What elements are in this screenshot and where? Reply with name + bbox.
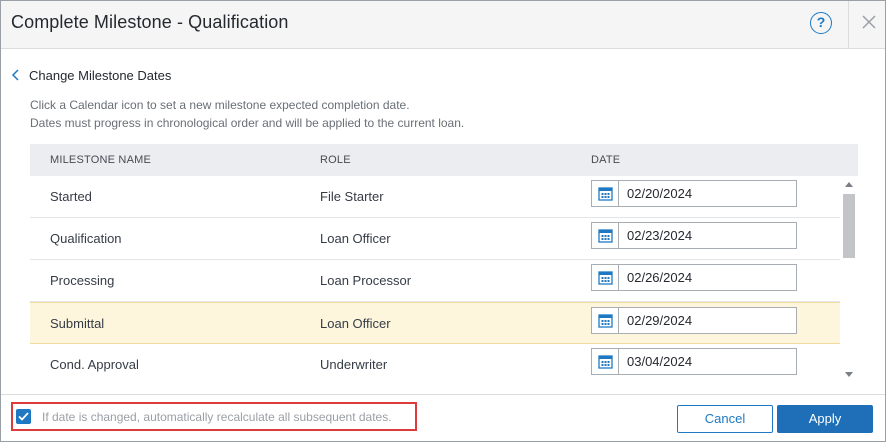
milestone-table-body: Started File Starter 02/20/2024 Qualific… xyxy=(30,176,840,385)
date-value[interactable]: 02/20/2024 xyxy=(619,181,692,206)
recalculate-checkbox[interactable] xyxy=(16,409,31,424)
date-value[interactable]: 02/29/2024 xyxy=(619,308,692,333)
scroll-up-arrow-icon[interactable] xyxy=(845,182,853,187)
scroll-down-arrow-icon[interactable] xyxy=(845,372,853,377)
chevron-left-icon xyxy=(11,69,19,81)
close-icon[interactable] xyxy=(860,13,878,31)
apply-button[interactable]: Apply xyxy=(777,405,873,433)
date-field: 02/23/2024 xyxy=(591,222,797,249)
recalculate-label[interactable]: If date is changed, automatically recalc… xyxy=(42,410,392,424)
calendar-icon[interactable] xyxy=(592,349,619,374)
instructions-line-2: Dates must progress in chronological ord… xyxy=(30,116,465,130)
milestone-role: Loan Processor xyxy=(320,273,412,288)
date-field: 02/29/2024 xyxy=(591,307,797,334)
milestone-role: Underwriter xyxy=(320,357,388,372)
complete-milestone-dialog: Complete Milestone - Qualification ? Cha… xyxy=(0,0,886,442)
date-value[interactable]: 02/23/2024 xyxy=(619,223,692,248)
milestone-name: Started xyxy=(50,189,92,204)
table-row: Started File Starter 02/20/2024 xyxy=(30,176,840,218)
cancel-button[interactable]: Cancel xyxy=(677,405,773,433)
date-field: 02/20/2024 xyxy=(591,180,797,207)
header-divider xyxy=(848,1,849,49)
milestone-name: Qualification xyxy=(50,231,122,246)
calendar-icon[interactable] xyxy=(592,223,619,248)
date-value[interactable]: 03/04/2024 xyxy=(619,349,692,374)
table-row: Cond. Approval Underwriter 03/04/2024 xyxy=(30,344,840,385)
dialog-title: Complete Milestone - Qualification xyxy=(11,12,289,32)
milestone-role: Loan Officer xyxy=(320,316,391,331)
table-scrollbar[interactable] xyxy=(840,176,858,385)
milestone-role: File Starter xyxy=(320,189,384,204)
recalculate-option-callout: If date is changed, automatically recalc… xyxy=(11,402,417,431)
column-header-role: ROLE xyxy=(320,154,351,166)
calendar-icon[interactable] xyxy=(592,265,619,290)
dialog-header: Complete Milestone - Qualification ? xyxy=(1,1,885,49)
calendar-icon[interactable] xyxy=(592,308,619,333)
milestone-role: Loan Officer xyxy=(320,231,391,246)
table-header: MILESTONE NAME ROLE DATE xyxy=(30,144,858,176)
column-header-date: DATE xyxy=(591,154,621,166)
change-milestone-dates-link[interactable]: Change Milestone Dates xyxy=(11,67,171,83)
date-value[interactable]: 02/26/2024 xyxy=(619,265,692,290)
table-row: Processing Loan Processor 02/26/2024 xyxy=(30,260,840,302)
help-icon[interactable]: ? xyxy=(810,12,832,34)
column-header-milestone-name: MILESTONE NAME xyxy=(50,154,152,166)
footer-divider xyxy=(1,394,885,395)
table-row: Qualification Loan Officer 02/23/2024 xyxy=(30,218,840,260)
scrollbar-thumb[interactable] xyxy=(843,194,855,258)
date-field: 03/04/2024 xyxy=(591,348,797,375)
instructions-line-1: Click a Calendar icon to set a new miles… xyxy=(30,98,410,112)
date-field: 02/26/2024 xyxy=(591,264,797,291)
checkmark-icon xyxy=(18,412,29,421)
milestone-name: Submittal xyxy=(50,316,105,331)
milestone-name: Cond. Approval xyxy=(50,357,139,372)
calendar-icon[interactable] xyxy=(592,181,619,206)
back-link-label: Change Milestone Dates xyxy=(29,67,172,83)
table-row-highlighted: Submittal Loan Officer 02/29/2024 xyxy=(30,302,840,344)
milestone-name: Processing xyxy=(50,273,115,288)
instructions: Click a Calendar icon to set a new miles… xyxy=(30,96,464,132)
